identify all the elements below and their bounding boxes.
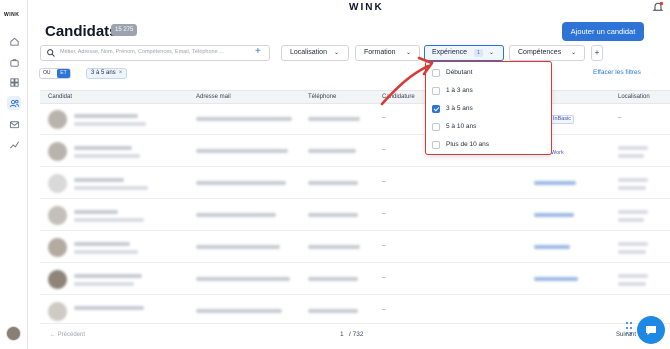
checkbox[interactable] bbox=[432, 87, 440, 95]
close-icon[interactable]: × bbox=[119, 70, 123, 76]
table-header: Candidat Adresse mail Téléphone Candidat… bbox=[40, 90, 670, 104]
drag-handle-icon[interactable] bbox=[626, 322, 634, 336]
table-row[interactable]: – bbox=[40, 168, 670, 199]
column-header: Téléphone bbox=[308, 94, 337, 100]
filter-experience-count: 1 bbox=[474, 49, 483, 57]
candidates-icon[interactable] bbox=[7, 96, 21, 110]
experience-dropdown: Débutant 1 à 3 ans 3 à 5 ans 5 à 10 ans … bbox=[425, 61, 552, 155]
topbar: WINK bbox=[28, 0, 670, 16]
avatar bbox=[48, 206, 67, 225]
avatar bbox=[48, 302, 67, 321]
active-filter-chip: 3 à 5 ans × bbox=[86, 68, 128, 79]
column-header: Adresse mail bbox=[196, 94, 231, 100]
option-label: 5 à 10 ans bbox=[446, 123, 477, 130]
avatar bbox=[48, 238, 67, 257]
table-row[interactable]: – bbox=[40, 200, 670, 231]
candidature-value: – bbox=[382, 243, 386, 249]
option-3-5-ans[interactable]: 3 à 5 ans bbox=[426, 101, 550, 118]
filter-competences[interactable]: Compétences ⌄ bbox=[509, 45, 585, 61]
filter-competences-label: Compétences bbox=[518, 49, 562, 56]
filter-localisation-label: Localisation bbox=[290, 49, 327, 56]
board-icon[interactable] bbox=[7, 75, 21, 89]
bell-icon[interactable] bbox=[652, 1, 664, 13]
page-title: Candidats bbox=[45, 23, 118, 40]
option-label: 3 à 5 ans bbox=[446, 105, 473, 112]
search-placeholder: Métier, Adresse, Nom, Prénom, Compétence… bbox=[60, 49, 224, 55]
previous-page-button[interactable]: ← Précédent bbox=[50, 332, 85, 338]
chevron-down-icon: ⌄ bbox=[406, 50, 412, 56]
table-row[interactable]: – bbox=[40, 264, 670, 295]
localisation-value: – bbox=[618, 115, 622, 121]
logic-toggle[interactable]: OU ET bbox=[39, 68, 71, 79]
table-row[interactable]: – InBasic – bbox=[40, 104, 670, 135]
checkbox[interactable] bbox=[432, 123, 440, 131]
briefcase-icon[interactable] bbox=[7, 55, 21, 69]
mail-icon[interactable] bbox=[7, 117, 21, 131]
avatar bbox=[48, 110, 67, 129]
column-header: Localisation bbox=[618, 94, 650, 100]
avatar bbox=[48, 270, 67, 289]
option-plus-10-ans[interactable]: Plus de 10 ans bbox=[426, 137, 550, 154]
chip-label: 3 à 5 ans bbox=[91, 70, 116, 76]
option-debutant[interactable]: Débutant bbox=[426, 65, 550, 82]
candidature-value: – bbox=[382, 211, 386, 217]
candidature-value: – bbox=[382, 275, 386, 281]
candidature-value: – bbox=[382, 179, 386, 185]
stats-icon[interactable] bbox=[7, 137, 21, 151]
checkbox-checked[interactable] bbox=[432, 105, 440, 113]
filter-experience-label: Expérience bbox=[432, 49, 468, 56]
candidature-value: – bbox=[382, 115, 386, 121]
chat-icon bbox=[646, 326, 656, 335]
option-label: 1 à 3 ans bbox=[446, 87, 473, 94]
avatar bbox=[48, 174, 67, 193]
candidate-count-badge: 15 275 bbox=[111, 24, 138, 36]
search-icon bbox=[47, 49, 55, 57]
search-add-icon[interactable]: + bbox=[255, 46, 261, 57]
table-row[interactable]: – bbox=[40, 232, 670, 263]
brand-logo: WINK bbox=[349, 2, 384, 13]
filter-formation-label: Formation bbox=[364, 49, 396, 56]
option-label: Débutant bbox=[446, 69, 473, 76]
toggle-et[interactable]: ET bbox=[57, 69, 70, 78]
option-1-3-ans[interactable]: 1 à 3 ans bbox=[426, 83, 550, 100]
chat-button[interactable] bbox=[637, 316, 665, 344]
add-filter-button[interactable]: + bbox=[591, 45, 603, 61]
filter-formation[interactable]: Formation ⌄ bbox=[355, 45, 420, 61]
checkbox[interactable] bbox=[432, 69, 440, 77]
sidebar: WINK bbox=[0, 0, 28, 349]
candidature-value: – bbox=[382, 147, 386, 153]
toggle-ou[interactable]: OU bbox=[43, 70, 51, 76]
current-page[interactable]: 1 bbox=[340, 331, 344, 338]
option-5-10-ans[interactable]: 5 à 10 ans bbox=[426, 119, 550, 136]
chevron-down-icon: ⌄ bbox=[489, 50, 495, 56]
page-indicator: 1 / 732 bbox=[340, 331, 364, 338]
status-tag: Work bbox=[551, 150, 564, 156]
chevron-down-icon: ⌄ bbox=[334, 50, 340, 56]
option-label: Plus de 10 ans bbox=[446, 141, 490, 148]
user-avatar[interactable] bbox=[6, 326, 21, 341]
column-header: Candidat bbox=[48, 94, 73, 100]
filter-localisation[interactable]: Localisation ⌄ bbox=[281, 45, 349, 61]
filter-experience[interactable]: Expérience 1 ⌄ bbox=[424, 45, 504, 61]
clear-filters-link[interactable]: Effacer les filtres bbox=[593, 69, 641, 76]
home-icon[interactable] bbox=[7, 34, 21, 48]
table-row[interactable]: – Work bbox=[40, 136, 670, 167]
candidature-value: – bbox=[382, 307, 386, 313]
add-candidate-button[interactable]: Ajouter un candidat bbox=[562, 22, 644, 41]
total-pages: / 732 bbox=[349, 331, 364, 338]
sidebar-logo: WINK bbox=[4, 12, 20, 18]
status-tag: InBasic bbox=[550, 115, 575, 124]
chevron-down-icon: ⌄ bbox=[571, 50, 577, 56]
column-header: Candidature bbox=[382, 94, 415, 100]
table-row[interactable]: – bbox=[40, 296, 670, 324]
avatar bbox=[48, 142, 67, 161]
search-input[interactable]: Métier, Adresse, Nom, Prénom, Compétence… bbox=[40, 45, 270, 61]
checkbox[interactable] bbox=[432, 141, 440, 149]
